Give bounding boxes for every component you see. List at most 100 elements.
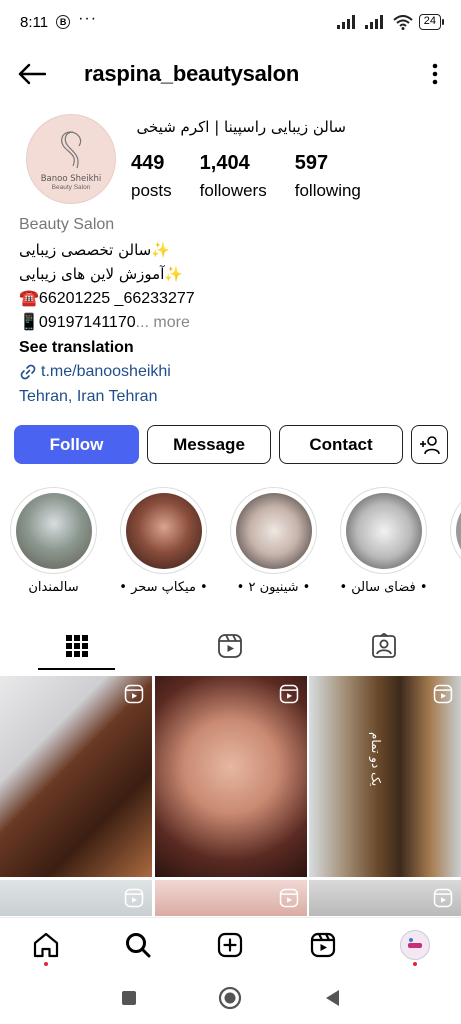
highlight-ring — [450, 487, 461, 574]
profile-avatar[interactable]: Banoo Sheikhi Beauty Salon — [26, 114, 116, 204]
avatar-sub-text: Beauty Salon — [51, 183, 91, 191]
nav-create[interactable] — [184, 918, 276, 973]
nav-home[interactable] — [0, 918, 92, 973]
wifi-icon — [393, 14, 413, 30]
post-tile[interactable] — [154, 676, 307, 877]
profile-bio: Beauty Salon سالن تخصصی زیبایی✨ آموزش لا… — [19, 213, 449, 409]
tab-tagged[interactable] — [307, 622, 461, 670]
suggested-accounts-button[interactable] — [411, 425, 448, 464]
stat-followers[interactable]: 1,404 followers — [200, 152, 267, 201]
salon-logo-icon — [61, 130, 82, 168]
highlight-label: سالمندان — [28, 580, 79, 595]
profile-actions: Follow Message Contact — [14, 425, 448, 464]
post-tile[interactable] — [154, 880, 307, 916]
back-triangle-icon[interactable] — [323, 988, 341, 1008]
vertical-dots-icon — [432, 63, 438, 85]
grid-icon — [65, 635, 88, 657]
options-menu-button[interactable] — [425, 59, 445, 89]
search-icon — [126, 933, 151, 958]
highlight-item[interactable]: • ۲ — [450, 487, 461, 597]
follow-button[interactable]: Follow — [14, 425, 139, 464]
post-tile[interactable] — [309, 880, 461, 916]
reel-badge-icon — [279, 684, 298, 704]
highlight-ring — [340, 487, 427, 574]
highlight-image — [455, 492, 461, 569]
avatar-logo-icon — [404, 935, 425, 955]
status-time: 8:11 — [20, 13, 49, 31]
story-highlights: سالمندان • میکاپ سحر • • شینیون ۲ • • فض… — [10, 487, 461, 597]
home-circle-icon[interactable] — [218, 986, 242, 1010]
profile-username: raspina_beautysalon — [84, 61, 300, 86]
highlight-label: • میکاپ سحر • — [119, 580, 208, 595]
home-notification-dot — [44, 961, 49, 966]
profile-full-name: سالن زیبایی راسپینا | اکرم شیخی — [136, 118, 347, 136]
reels-nav-icon — [310, 932, 335, 958]
highlight-ring — [230, 487, 317, 574]
bio-mobile: 📱09197141170... more — [19, 311, 449, 336]
mobile-phone-icon: 📱 — [19, 314, 39, 331]
nav-reels[interactable] — [277, 918, 369, 973]
tab-posts-grid[interactable] — [0, 622, 154, 670]
stat-following-value: 597 — [294, 152, 329, 174]
add-user-icon — [419, 435, 440, 454]
bio-more-link[interactable]: ... more — [136, 314, 190, 331]
recent-apps-icon[interactable] — [120, 989, 138, 1007]
reel-badge-icon — [433, 888, 453, 908]
own-profile-avatar — [399, 930, 430, 960]
reel-badge-icon — [124, 684, 144, 704]
posts-grid: یک دو تمام — [0, 676, 461, 916]
contact-button[interactable]: Contact — [279, 425, 403, 464]
home-icon — [33, 932, 59, 958]
bottom-navigation — [0, 917, 461, 972]
post-tile[interactable] — [0, 676, 152, 877]
stat-following[interactable]: 597 following — [295, 152, 361, 201]
highlight-image — [15, 492, 92, 569]
post-overlay-text: یک دو تمام — [369, 732, 383, 787]
back-arrow-icon — [18, 63, 46, 85]
highlight-item[interactable]: سالمندان — [10, 487, 97, 597]
link-icon — [20, 364, 36, 380]
tagged-icon — [372, 633, 396, 658]
back-button[interactable] — [18, 59, 48, 89]
bio-website-text: t.me/banoosheikhi — [41, 363, 171, 380]
profile-content-tabs — [0, 622, 461, 670]
bio-website-link[interactable]: t.me/banoosheikhi — [19, 360, 449, 385]
message-button[interactable]: Message — [147, 425, 271, 464]
more-notifications-icon: ··· — [78, 10, 98, 27]
reels-icon — [218, 634, 243, 658]
highlight-item[interactable]: • میکاپ سحر • — [119, 487, 208, 597]
highlight-ring — [120, 487, 207, 574]
tab-reels[interactable] — [154, 622, 308, 670]
b-notification-icon: B — [56, 15, 71, 29]
post-tile[interactable]: یک دو تمام — [309, 676, 461, 877]
see-translation-link[interactable]: See translation — [19, 336, 449, 361]
profile-notification-dot — [412, 961, 417, 966]
reel-badge-icon — [124, 888, 144, 908]
nav-search[interactable] — [92, 918, 184, 973]
system-navigation-bar — [0, 972, 461, 1024]
status-bar: 8:11 B ··· 24 — [0, 0, 461, 44]
highlight-item[interactable]: • فضای سالن • — [339, 487, 428, 597]
profile-summary: Banoo Sheikhi Beauty Salon سالن زیبایی ر… — [0, 110, 461, 210]
profile-stats: 449 posts 1,404 followers 597 following — [131, 152, 389, 201]
stat-posts[interactable]: 449 posts — [131, 152, 172, 201]
highlight-item[interactable]: • شینیون ۲ • — [230, 487, 317, 597]
highlight-image — [345, 492, 422, 569]
stat-posts-value: 449 — [131, 152, 165, 174]
stat-following-label: following — [294, 181, 361, 200]
signal-icon-2 — [364, 15, 383, 29]
telephone-icon: ☎️ — [19, 289, 39, 307]
bio-phones-text: 66201225 _66233277 — [38, 289, 195, 307]
create-post-icon — [218, 932, 243, 958]
nav-profile[interactable] — [369, 918, 461, 973]
post-tile[interactable] — [0, 880, 152, 916]
bio-line-2: آموزش لاین های زیبایی✨ — [19, 265, 184, 283]
highlight-label: • شینیون ۲ • — [236, 580, 311, 595]
highlight-image — [125, 492, 202, 569]
bio-line-1: سالن تخصصی زیبایی✨ — [19, 240, 170, 259]
bio-phones: ☎️66201225 _66233277 — [19, 287, 449, 312]
profile-header: raspina_beautysalon — [0, 50, 461, 98]
stat-followers-label: followers — [199, 181, 267, 200]
bio-location-link[interactable]: Tehran, Iran Tehran — [19, 385, 449, 410]
stat-followers-value: 1,404 — [199, 152, 250, 174]
